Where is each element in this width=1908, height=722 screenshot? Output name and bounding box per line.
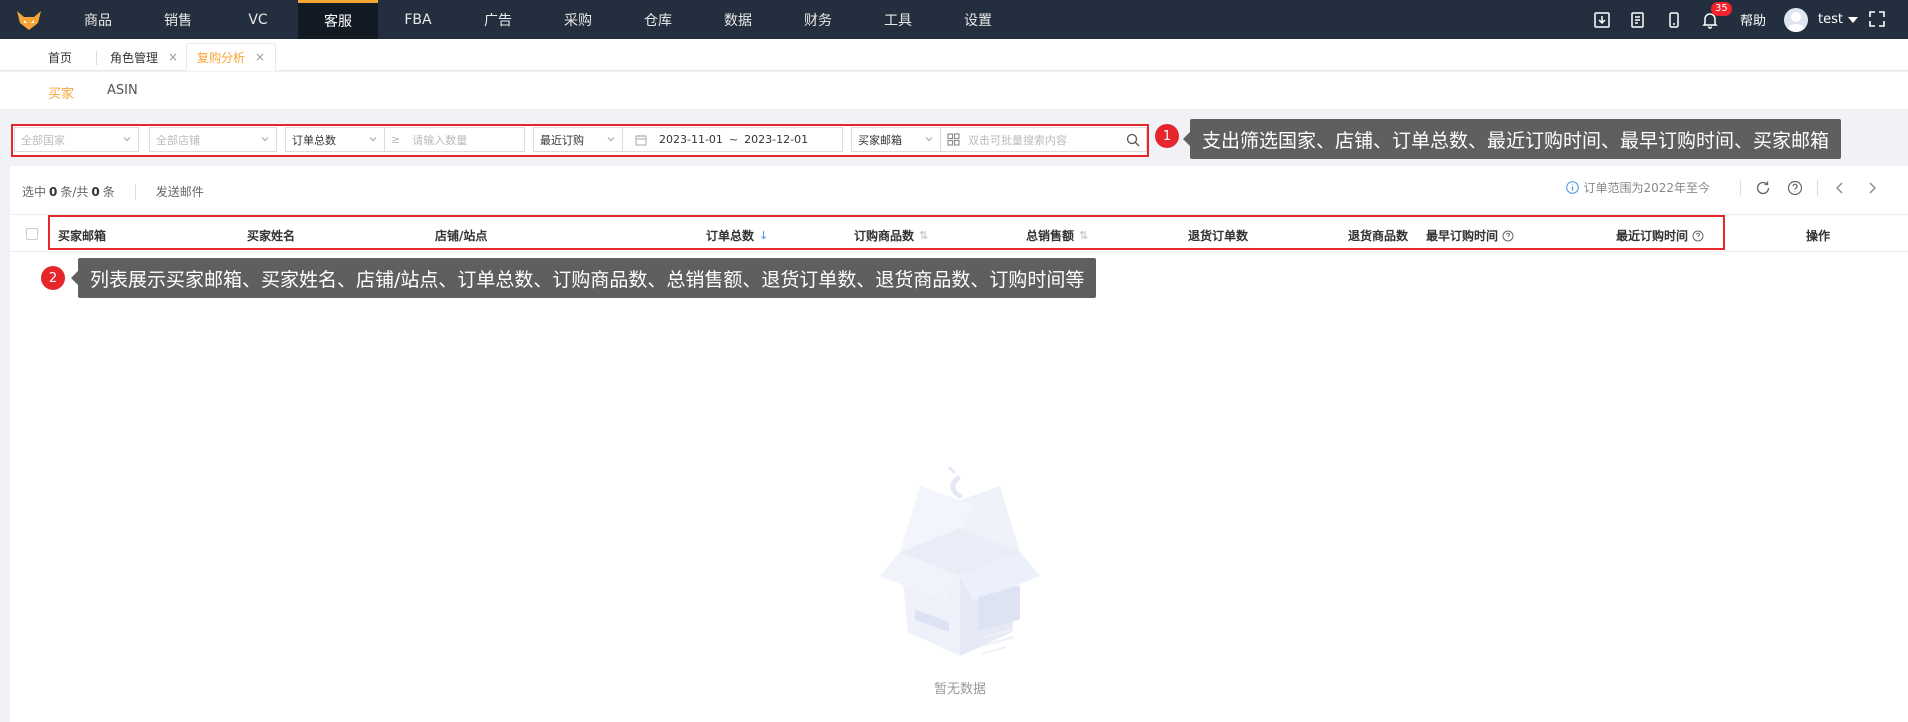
nav-item-11[interactable]: 设置 [938, 0, 1018, 39]
nav-item-7[interactable]: 仓库 [618, 0, 698, 39]
selected-suffix: 条 [102, 185, 115, 199]
tab-home[interactable]: 首页 [38, 43, 82, 71]
notification-bell-icon[interactable]: 35 [1692, 0, 1732, 39]
nav-item-3[interactable]: 客服 [298, 0, 378, 39]
annotation-callout-1: 支出筛选国家、店铺、订单总数、最近订购时间、最早订购时间、买家邮箱 [1182, 119, 1842, 159]
selected-prefix: 选中 [22, 185, 47, 199]
chevron-left-icon[interactable] [1824, 181, 1856, 195]
app-logo[interactable] [0, 0, 58, 39]
subtab-asin[interactable]: ASIN [107, 83, 138, 98]
annotation-callout-2: 列表展示买家邮箱、买家姓名、店铺/站点、订单总数、订购商品数、总销售额、退货订单… [70, 258, 1097, 298]
annotation-box-columns [48, 215, 1725, 250]
selection-summary: 选中 0 条/共 0 条 发送邮件 [22, 183, 204, 200]
chevron-right-icon[interactable] [1856, 181, 1888, 195]
header-actions: 35 帮助 test [1584, 0, 1908, 39]
nav-item-1[interactable]: 销售 [138, 0, 218, 39]
range-info-text: 订单范围为2022年至今 [1583, 181, 1710, 195]
nav-item-4[interactable]: FBA [378, 0, 458, 39]
tab-repurchase-analysis[interactable]: 复购分析 × [186, 43, 277, 71]
nav-item-5[interactable]: 广告 [458, 0, 538, 39]
notification-badge: 35 [1711, 2, 1732, 16]
caret-down-icon [1848, 16, 1858, 23]
fullscreen-icon[interactable] [1868, 10, 1886, 32]
col-label: 操作 [1806, 229, 1831, 243]
refresh-icon[interactable] [1747, 180, 1779, 196]
empty-text: 暂无数据 [933, 682, 986, 697]
toolbar-divider [1817, 179, 1818, 196]
select-all-checkbox[interactable] [26, 228, 38, 240]
main-menu: 商品 销售 VC 客服 FBA 广告 采购 仓库 数据 财务 工具 设置 [58, 0, 1018, 39]
top-navigation: 商品 销售 VC 客服 FBA 广告 采购 仓库 数据 财务 工具 设置 35 帮助 test [0, 0, 1908, 39]
nav-item-6[interactable]: 采购 [538, 0, 618, 39]
nav-item-10[interactable]: 工具 [858, 0, 938, 39]
table-toolbar: 选中 0 条/共 0 条 发送邮件 订单范围为2022年至今 [10, 166, 1908, 214]
toolbar-divider [134, 183, 136, 200]
close-icon[interactable]: × [255, 50, 265, 64]
help-link[interactable]: 帮助 [1740, 10, 1766, 29]
send-email-button[interactable]: 发送邮件 [156, 183, 204, 200]
selected-mid: 条/共 [60, 185, 89, 199]
help-icon[interactable] [1779, 180, 1811, 196]
total-count: 0 [91, 184, 100, 199]
task-list-icon[interactable] [1620, 0, 1656, 39]
user-menu[interactable]: test [1784, 7, 1858, 32]
tab-label: 首页 [48, 50, 73, 65]
page-tabs: 首页 角色管理 × 复购分析 × [0, 39, 1908, 71]
subtab-buyer[interactable]: 买家 [48, 83, 75, 118]
annotation-box-filters [11, 124, 1149, 157]
range-info: 订单范围为2022年至今 [1566, 179, 1710, 196]
tab-role-management[interactable]: 角色管理 × [100, 43, 188, 71]
nav-item-9[interactable]: 财务 [778, 0, 858, 39]
annotation-number-1: 1 [1155, 124, 1179, 148]
tab-label: 复购分析 [197, 50, 246, 65]
tab-divider [96, 51, 97, 65]
close-icon[interactable]: × [168, 50, 178, 64]
empty-box-illustration [880, 466, 1040, 656]
nav-item-0[interactable]: 商品 [58, 0, 138, 39]
info-icon [1566, 181, 1580, 194]
nav-item-2[interactable]: VC [218, 0, 298, 39]
view-subtabs: 买家 ASIN [0, 72, 1908, 118]
download-icon[interactable] [1584, 0, 1620, 39]
tab-label: 角色管理 [110, 50, 159, 65]
avatar [1784, 7, 1809, 32]
nav-item-8[interactable]: 数据 [698, 0, 778, 39]
toolbar-divider [1740, 179, 1741, 196]
toolbar-actions: 订单范围为2022年至今 [1566, 179, 1888, 196]
username: test [1818, 12, 1843, 27]
col-action: 操作 [1806, 227, 1830, 244]
selected-count: 0 [49, 184, 58, 199]
annotation-number-2: 2 [41, 266, 65, 290]
mobile-icon[interactable] [1656, 0, 1692, 39]
empty-state: 暂无数据 [850, 466, 1070, 706]
